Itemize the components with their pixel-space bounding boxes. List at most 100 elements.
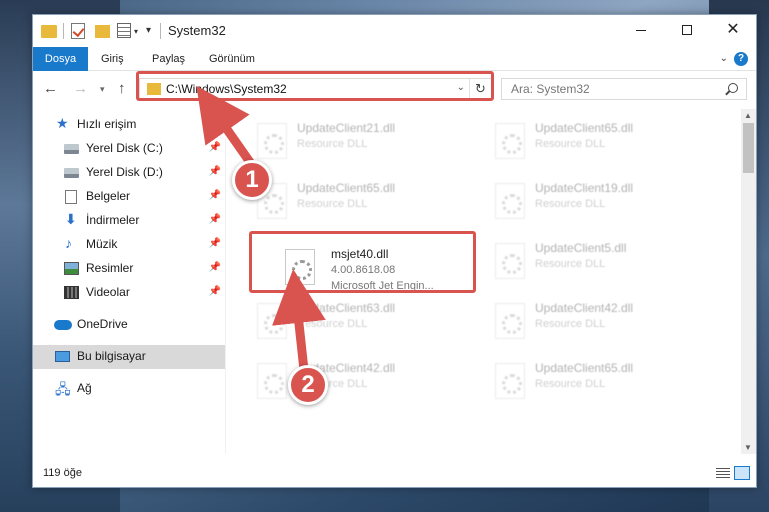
- properties-check-icon[interactable]: [71, 23, 85, 39]
- file-item[interactable]: UpdateClient65.dll Resource DLL: [249, 173, 479, 225]
- sidebar-item-label: Videolar: [86, 285, 130, 299]
- step-badge-1: 1: [232, 160, 272, 200]
- dll-file-icon: [495, 303, 525, 339]
- sidebar-item-local-disk-c[interactable]: Yerel Disk (C:) 📌: [33, 137, 225, 161]
- sidebar-item-label: Belgeler: [86, 189, 131, 203]
- search-box[interactable]: Ara: System32: [501, 78, 747, 100]
- close-button[interactable]: ✕: [710, 15, 756, 45]
- back-button[interactable]: ←: [43, 80, 58, 97]
- pane-divider[interactable]: [225, 109, 226, 454]
- status-bar: 119 öğe: [33, 461, 756, 487]
- pin-icon[interactable]: 📌: [209, 166, 221, 177]
- file-item[interactable]: UpdateClient65.dll Resource DLL: [487, 113, 717, 165]
- pin-icon[interactable]: 📌: [209, 262, 221, 273]
- star-icon: ★: [56, 115, 69, 131]
- file-item[interactable]: UpdateClient5.dll Resource DLL: [487, 233, 717, 285]
- dll-file-icon: [257, 303, 287, 339]
- pin-icon[interactable]: 📌: [209, 286, 221, 297]
- title-separator: [160, 23, 161, 39]
- help-icon[interactable]: ?: [734, 52, 748, 66]
- folder-icon: [41, 25, 57, 38]
- sidebar-item-pictures[interactable]: Resimler 📌: [33, 257, 225, 281]
- large-icons-view-icon[interactable]: [734, 466, 750, 480]
- scroll-thumb[interactable]: [743, 123, 754, 173]
- sidebar-item-local-disk-d[interactable]: Yerel Disk (D:) 📌: [33, 161, 225, 185]
- sidebar-item-label: Müzik: [86, 237, 118, 251]
- file-name: UpdateClient65.dll: [535, 361, 634, 375]
- toolbar-separator: [63, 23, 64, 39]
- videos-icon: [64, 286, 79, 299]
- sidebar-item-this-pc[interactable]: Bu bilgisayar: [33, 345, 225, 369]
- tab-file[interactable]: Dosya: [33, 47, 88, 71]
- sidebar-item-downloads[interactable]: ⬇ İndirmeler 📌: [33, 209, 225, 233]
- dll-file-icon: [257, 123, 287, 159]
- pin-icon[interactable]: 📌: [209, 142, 221, 153]
- tab-share[interactable]: Paylaş: [152, 47, 185, 71]
- scroll-down-icon[interactable]: ▼: [744, 443, 752, 452]
- file-type: Resource DLL: [535, 378, 606, 390]
- sidebar-item-quick-access[interactable]: ★ Hızlı erişim: [33, 113, 225, 137]
- file-name: UpdateClient21.dll: [297, 121, 396, 135]
- file-item[interactable]: UpdateClient65.dll Resource DLL: [487, 353, 717, 405]
- window-title: System32: [168, 23, 226, 38]
- pin-icon[interactable]: 📌: [209, 214, 221, 225]
- maximize-button[interactable]: [664, 15, 710, 45]
- address-path[interactable]: C:\Windows\System32: [166, 82, 287, 96]
- file-name: UpdateClient42.dll: [535, 301, 634, 315]
- file-type: Resource DLL: [297, 318, 368, 330]
- customize-toolbar-icon[interactable]: [117, 23, 131, 38]
- dll-file-icon: [495, 123, 525, 159]
- dll-file-icon: [257, 363, 287, 399]
- address-bar[interactable]: C:\Windows\System32 ⌄ ↻: [139, 78, 492, 100]
- sidebar-item-music[interactable]: ♪ Müzik 📌: [33, 233, 225, 257]
- pin-icon[interactable]: 📌: [209, 190, 221, 201]
- sidebar-item-label: Yerel Disk (D:): [86, 165, 163, 179]
- title-bar: ▾ ▾ System32 ✕: [33, 15, 756, 47]
- pictures-icon: [64, 262, 79, 275]
- minimize-button[interactable]: [618, 15, 664, 45]
- file-type: Resource DLL: [535, 138, 606, 150]
- details-view-icon[interactable]: [716, 468, 730, 479]
- dll-file-icon: [495, 363, 525, 399]
- search-icon[interactable]: [728, 83, 738, 93]
- file-item[interactable]: UpdateClient19.dll Resource DLL: [487, 173, 717, 225]
- file-type: Resource DLL: [535, 198, 606, 210]
- recent-locations-icon[interactable]: ▾: [100, 84, 105, 95]
- item-count: 119 öğe: [43, 467, 82, 479]
- sidebar-item-label: Bu bilgisayar: [77, 349, 146, 363]
- refresh-button[interactable]: ↻: [469, 79, 491, 99]
- file-item[interactable]: UpdateClient42.dll Resource DLL: [249, 353, 479, 405]
- folder-icon: [147, 83, 161, 95]
- expand-ribbon-icon[interactable]: ⌄: [720, 53, 728, 64]
- vertical-scrollbar[interactable]: ▲ ▼: [741, 109, 756, 454]
- file-type: Resource DLL: [535, 258, 606, 270]
- sidebar-item-network[interactable]: 🖧 Ağ: [33, 377, 225, 401]
- tab-home[interactable]: Giriş: [101, 47, 124, 71]
- new-folder-icon[interactable]: [95, 25, 110, 38]
- search-placeholder[interactable]: Ara: System32: [511, 82, 590, 96]
- file-item[interactable]: UpdateClient42.dll Resource DLL: [487, 293, 717, 345]
- dll-file-icon: [495, 243, 525, 279]
- file-item[interactable]: UpdateClient21.dll Resource DLL: [249, 113, 479, 165]
- quick-access-dropdown-icon[interactable]: ▾: [146, 25, 151, 36]
- pin-icon[interactable]: 📌: [209, 238, 221, 249]
- file-item[interactable]: UpdateClient63.dll Resource DLL: [249, 293, 479, 345]
- onedrive-icon: [54, 320, 72, 330]
- file-item-msjet40[interactable]: msjet40.dll 4.00.8618.08 Microsoft Jet E…: [285, 239, 465, 292]
- up-button[interactable]: ↑: [118, 80, 126, 97]
- scroll-up-icon[interactable]: ▲: [744, 111, 752, 120]
- file-type: Resource DLL: [297, 138, 368, 150]
- drive-icon: [64, 144, 79, 154]
- sidebar-item-onedrive[interactable]: OneDrive: [33, 313, 225, 337]
- forward-button[interactable]: →: [73, 80, 88, 97]
- navigation-bar: ← → ▾ ↑ C:\Windows\System32 ⌄ ↻ Ara: Sys…: [33, 72, 756, 106]
- sidebar-item-documents[interactable]: Belgeler 📌: [33, 185, 225, 209]
- tab-view[interactable]: Görünüm: [209, 47, 255, 71]
- documents-icon: [65, 190, 77, 204]
- sidebar-item-videos[interactable]: Videolar 📌: [33, 281, 225, 305]
- address-dropdown-icon[interactable]: ⌄: [457, 82, 465, 93]
- file-name: UpdateClient5.dll: [535, 241, 627, 255]
- file-name: UpdateClient65.dll: [297, 181, 396, 195]
- sidebar-item-label: Ağ: [77, 381, 92, 395]
- chevron-down-icon[interactable]: ▾: [134, 27, 138, 36]
